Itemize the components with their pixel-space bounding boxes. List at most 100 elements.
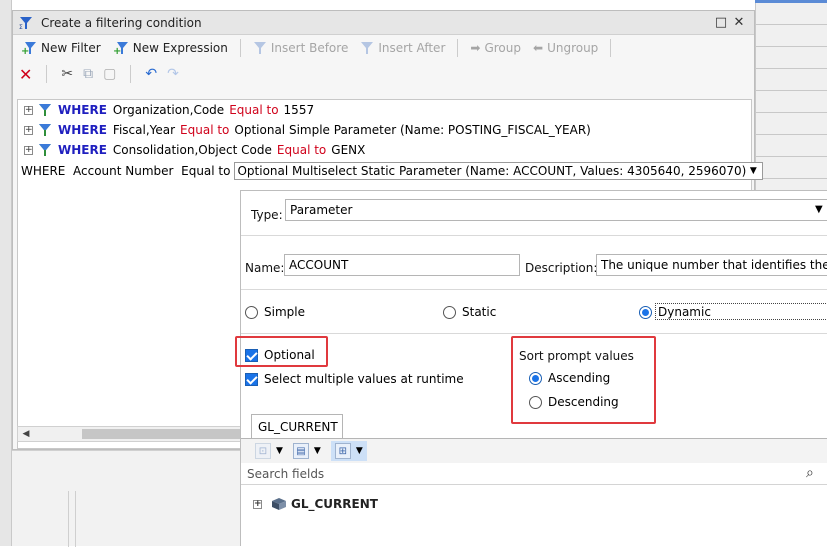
filter-operator: Equal to (229, 103, 279, 117)
delete-icon[interactable]: ✕ (19, 65, 32, 84)
new-filter-button[interactable]: + New Filter (17, 40, 105, 56)
filter-field: Organization,Code (112, 103, 225, 117)
expand-icon[interactable]: + (253, 499, 262, 509)
edit-row-prefix: WHERE Account Number Equal to (21, 164, 231, 178)
where-keyword: WHERE (58, 103, 107, 117)
group-label: Group (484, 41, 521, 55)
insert-after-button[interactable]: Insert After (356, 41, 449, 55)
search-icon[interactable]: ⌕ (806, 465, 814, 481)
tree-icon: ⊞ (334, 443, 351, 459)
name-field[interactable]: ACCOUNT (284, 254, 520, 276)
insert-after-icon (361, 42, 374, 54)
chevron-down-icon: ▼ (355, 446, 363, 456)
descending-option[interactable]: Descending (529, 395, 619, 409)
tree-view-button[interactable]: ⊞ ▼ (330, 441, 367, 461)
new-expression-label: New Expression (132, 41, 228, 55)
tab-label: GL_CURRENT (258, 419, 338, 434)
sort-title: Sort prompt values (519, 349, 634, 363)
dialog-title: Create a filtering condition (41, 15, 202, 30)
expand-icon[interactable]: + (24, 145, 33, 155)
maximize-icon[interactable]: □ (712, 14, 730, 32)
view-button[interactable]: ⊡ ▼ (255, 443, 283, 459)
filter-edit-row[interactable]: WHERE Account Number Equal to Optional M… (18, 160, 764, 182)
parameter-panel: Type: Parameter ▼ Name: ACCOUNT Descript… (235, 190, 827, 546)
scroll-left-icon[interactable]: ◀ (18, 429, 34, 439)
filter-value-text: Optional Multiselect Static Parameter (N… (237, 164, 747, 178)
dialog-titlebar: Σ Create a filtering condition □ ✕ (13, 11, 754, 35)
toolbar-separator (46, 65, 48, 83)
insert-before-icon (253, 42, 266, 54)
description-field[interactable]: The unique number that identifies the a (596, 254, 827, 276)
new-expression-button[interactable]: + New Expression (109, 40, 232, 56)
redo-icon[interactable]: ↷ (167, 66, 179, 82)
filter-value-select[interactable]: Optional Multiselect Static Parameter (N… (234, 162, 764, 180)
mode-static-option[interactable]: Static (443, 305, 496, 319)
name-value: ACCOUNT (289, 258, 349, 272)
horizontal-scrollbar[interactable]: ◀ (17, 426, 242, 442)
mode-simple-label: Simple (264, 305, 305, 319)
ungroup-button[interactable]: ⬅ Ungroup (529, 41, 602, 55)
optional-option[interactable]: Optional (245, 348, 315, 362)
radio-descending[interactable] (529, 395, 542, 409)
filter-row[interactable]: + WHERE Fiscal,Year Equal to Optional Si… (18, 120, 751, 140)
svg-text:Σ: Σ (19, 24, 23, 30)
group-arrow-icon: ➡ (470, 41, 481, 55)
search-input[interactable]: Search fields (241, 463, 827, 485)
expand-icon[interactable]: + (24, 125, 33, 135)
svg-text:+: + (113, 46, 121, 56)
paste-icon[interactable]: ▢ (103, 66, 116, 82)
filter-row[interactable]: + WHERE Organization,Code Equal to 1557 (18, 100, 751, 120)
filter-funnel-icon (39, 144, 51, 156)
search-placeholder: Search fields (247, 466, 325, 481)
where-keyword: WHERE (58, 143, 107, 157)
view-icon: ⊡ (255, 443, 271, 459)
multi-checkbox[interactable] (245, 372, 258, 386)
ungroup-arrow-icon: ⬅ (533, 41, 544, 55)
toolbar-separator (610, 39, 612, 57)
radio-simple[interactable] (245, 305, 258, 319)
scrollbar-thumb[interactable] (82, 429, 242, 439)
copy-icon[interactable]: ⧉ (83, 66, 93, 82)
toolbar-separator (239, 39, 241, 57)
filter-funnel-icon (39, 104, 51, 116)
chevron-down-icon[interactable]: ▼ (746, 166, 760, 176)
mode-simple-option[interactable]: Simple (245, 305, 305, 319)
type-select[interactable]: Parameter (285, 199, 827, 221)
insert-before-button[interactable]: Insert Before (249, 41, 352, 55)
expand-icon[interactable]: + (24, 105, 33, 115)
undo-icon[interactable]: ↶ (145, 66, 157, 82)
filter-dialog-icon: Σ (19, 16, 32, 30)
columns-button[interactable]: ▤ ▼ (292, 443, 321, 459)
multi-option[interactable]: Select multiple values at runtime (245, 372, 464, 386)
name-label: Name: (245, 261, 285, 275)
field-toolbar: ⊡ ▼ ▤ ▼ ⊞ ▼ (241, 439, 827, 463)
tab-gl-current[interactable]: GL_CURRENT (251, 414, 343, 438)
divider (241, 289, 827, 290)
table-cube-icon (272, 498, 286, 510)
ascending-option[interactable]: Ascending (529, 371, 610, 385)
close-icon[interactable]: ✕ (730, 14, 748, 32)
filter-field: Fiscal,Year (112, 123, 176, 137)
radio-dynamic[interactable] (639, 305, 652, 319)
radio-ascending[interactable] (529, 371, 542, 385)
divider (241, 235, 827, 236)
radio-static[interactable] (443, 305, 456, 319)
tree-item[interactable]: + GL_CURRENT (253, 497, 378, 511)
type-value: Parameter (290, 203, 353, 217)
new-expression-icon: + (113, 42, 128, 56)
group-button[interactable]: ➡ Group (466, 41, 525, 55)
chevron-down-icon[interactable]: ▼ (815, 204, 823, 215)
filter-row[interactable]: + WHERE Consolidation,Object Code Equal … (18, 140, 751, 160)
descending-label: Descending (548, 395, 619, 409)
new-filter-icon: + (21, 42, 36, 56)
optional-checkbox[interactable] (245, 348, 258, 362)
filter-value: 1557 (283, 103, 315, 117)
chevron-down-icon: ▼ (276, 446, 283, 456)
background-bottom-pane (12, 450, 242, 547)
tree-item-label: GL_CURRENT (291, 497, 378, 511)
insert-after-label: Insert After (378, 41, 446, 55)
cut-icon[interactable]: ✂ (61, 66, 73, 82)
chevron-down-icon: ▼ (313, 446, 321, 456)
filter-operator: Equal to (180, 123, 230, 137)
type-label: Type: (251, 208, 283, 222)
